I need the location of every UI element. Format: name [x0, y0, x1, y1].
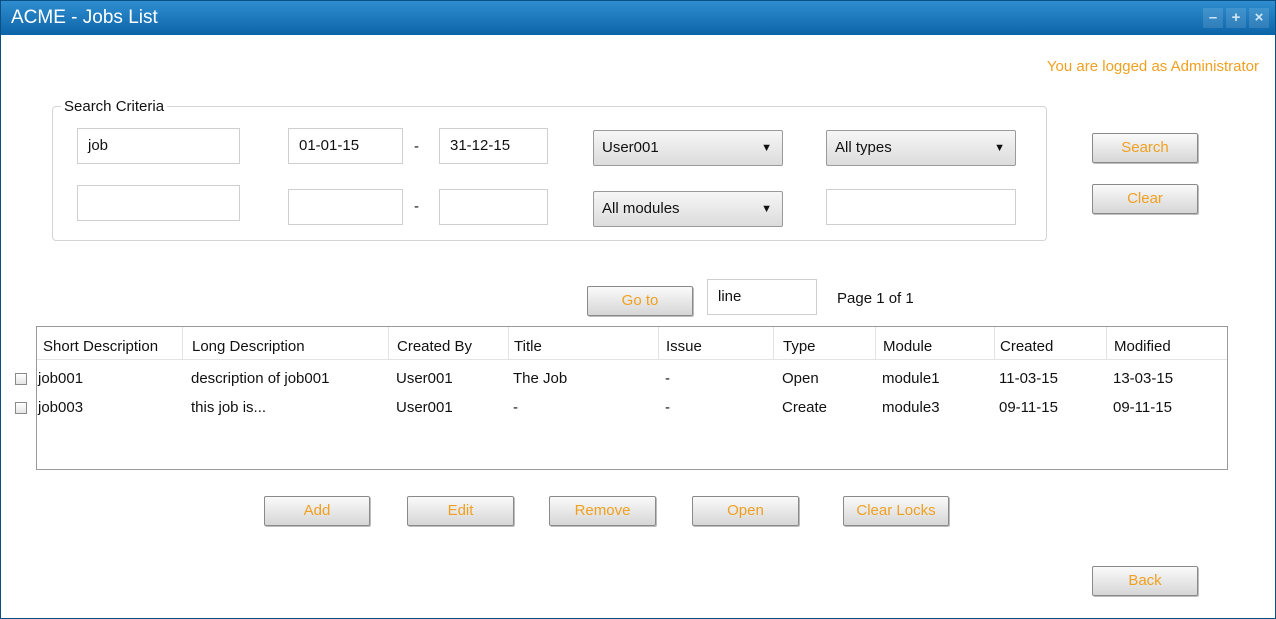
header-divider: [388, 327, 389, 359]
header-created-by[interactable]: Created By: [397, 338, 472, 355]
table-cell: job001: [38, 370, 84, 387]
header-modified[interactable]: Modified: [1114, 338, 1171, 355]
table-cell: job003: [38, 399, 84, 416]
type-select-value: All types: [835, 139, 892, 156]
logged-user-label: You are logged as Administrator: [1046, 58, 1259, 75]
type-select[interactable]: All types ▼: [826, 130, 1016, 166]
search-criteria-legend: Search Criteria: [61, 98, 168, 115]
header-divider: [658, 327, 659, 359]
header-issue[interactable]: Issue: [666, 338, 702, 355]
window-title: ACME - Jobs List: [11, 7, 158, 28]
table-cell: User001: [396, 370, 453, 387]
extra-criteria-input[interactable]: [826, 189, 1016, 225]
table-cell: 11-03-15: [999, 370, 1058, 387]
header-divider: [994, 327, 995, 359]
maximize-icon[interactable]: +: [1226, 8, 1246, 28]
date-from-input[interactable]: 01-01-15: [288, 128, 403, 164]
clear-locks-button[interactable]: Clear Locks: [843, 496, 949, 526]
minimize-icon[interactable]: –: [1203, 8, 1223, 28]
header-long-description[interactable]: Long Description: [192, 338, 305, 355]
date-to-input[interactable]: 31-12-15: [439, 128, 548, 164]
chevron-down-icon: ▼: [994, 142, 1005, 154]
chevron-down-icon: ▼: [761, 142, 772, 154]
date-to-2-input[interactable]: [439, 189, 548, 225]
chevron-down-icon: ▼: [761, 203, 772, 215]
header-created[interactable]: Created: [1000, 338, 1053, 355]
page-info-label: Page 1 of 1: [837, 290, 914, 307]
user-select[interactable]: User001 ▼: [593, 130, 783, 166]
header-module[interactable]: Module: [883, 338, 932, 355]
table-cell: module3: [882, 399, 940, 416]
module-select[interactable]: All modules ▼: [593, 191, 783, 227]
header-short-description[interactable]: Short Description: [43, 338, 158, 355]
header-separator: [37, 359, 1227, 360]
open-button[interactable]: Open: [692, 496, 799, 526]
clear-button[interactable]: Clear: [1092, 184, 1198, 214]
table-cell: 09-11-15: [1113, 399, 1172, 416]
jobs-table: Short Description Long Description Creat…: [36, 326, 1228, 470]
close-icon[interactable]: ×: [1249, 8, 1269, 28]
row-checkbox[interactable]: [15, 402, 27, 414]
header-divider: [182, 327, 183, 359]
goto-line-input[interactable]: line: [707, 279, 817, 315]
header-divider: [508, 327, 509, 359]
table-cell: 09-11-15: [999, 399, 1058, 416]
header-divider: [1106, 327, 1107, 359]
table-cell: -: [513, 399, 518, 416]
date-range-dash: -: [414, 138, 419, 155]
back-button[interactable]: Back: [1092, 566, 1198, 596]
search-text-input[interactable]: job: [77, 128, 240, 164]
header-title[interactable]: Title: [514, 338, 542, 355]
table-cell: this job is...: [191, 399, 267, 416]
header-type[interactable]: Type: [783, 338, 816, 355]
edit-button[interactable]: Edit: [407, 496, 514, 526]
jobs-list-window: ACME - Jobs List – + × You are logged as…: [0, 0, 1276, 619]
title-bar: ACME - Jobs List – + ×: [1, 1, 1275, 35]
goto-button[interactable]: Go to: [587, 286, 693, 316]
module-select-value: All modules: [602, 200, 680, 217]
date-from-2-input[interactable]: [288, 189, 403, 225]
table-cell: The Job: [513, 370, 568, 387]
table-cell: Open: [782, 370, 819, 387]
table-cell: -: [665, 370, 670, 387]
table-cell: Create: [782, 399, 828, 416]
add-button[interactable]: Add: [264, 496, 370, 526]
table-cell: description of job001: [191, 370, 330, 387]
header-divider: [773, 327, 774, 359]
table-cell: -: [665, 399, 670, 416]
row-checkbox[interactable]: [15, 373, 27, 385]
header-divider: [875, 327, 876, 359]
user-select-value: User001: [602, 139, 659, 156]
table-cell: 13-03-15: [1113, 370, 1174, 387]
remove-button[interactable]: Remove: [549, 496, 656, 526]
date-range-dash-2: -: [414, 198, 419, 215]
search-button[interactable]: Search: [1092, 133, 1198, 163]
table-cell: module1: [882, 370, 940, 387]
table-cell: User001: [396, 399, 453, 416]
search-text-2-input[interactable]: [77, 185, 240, 221]
